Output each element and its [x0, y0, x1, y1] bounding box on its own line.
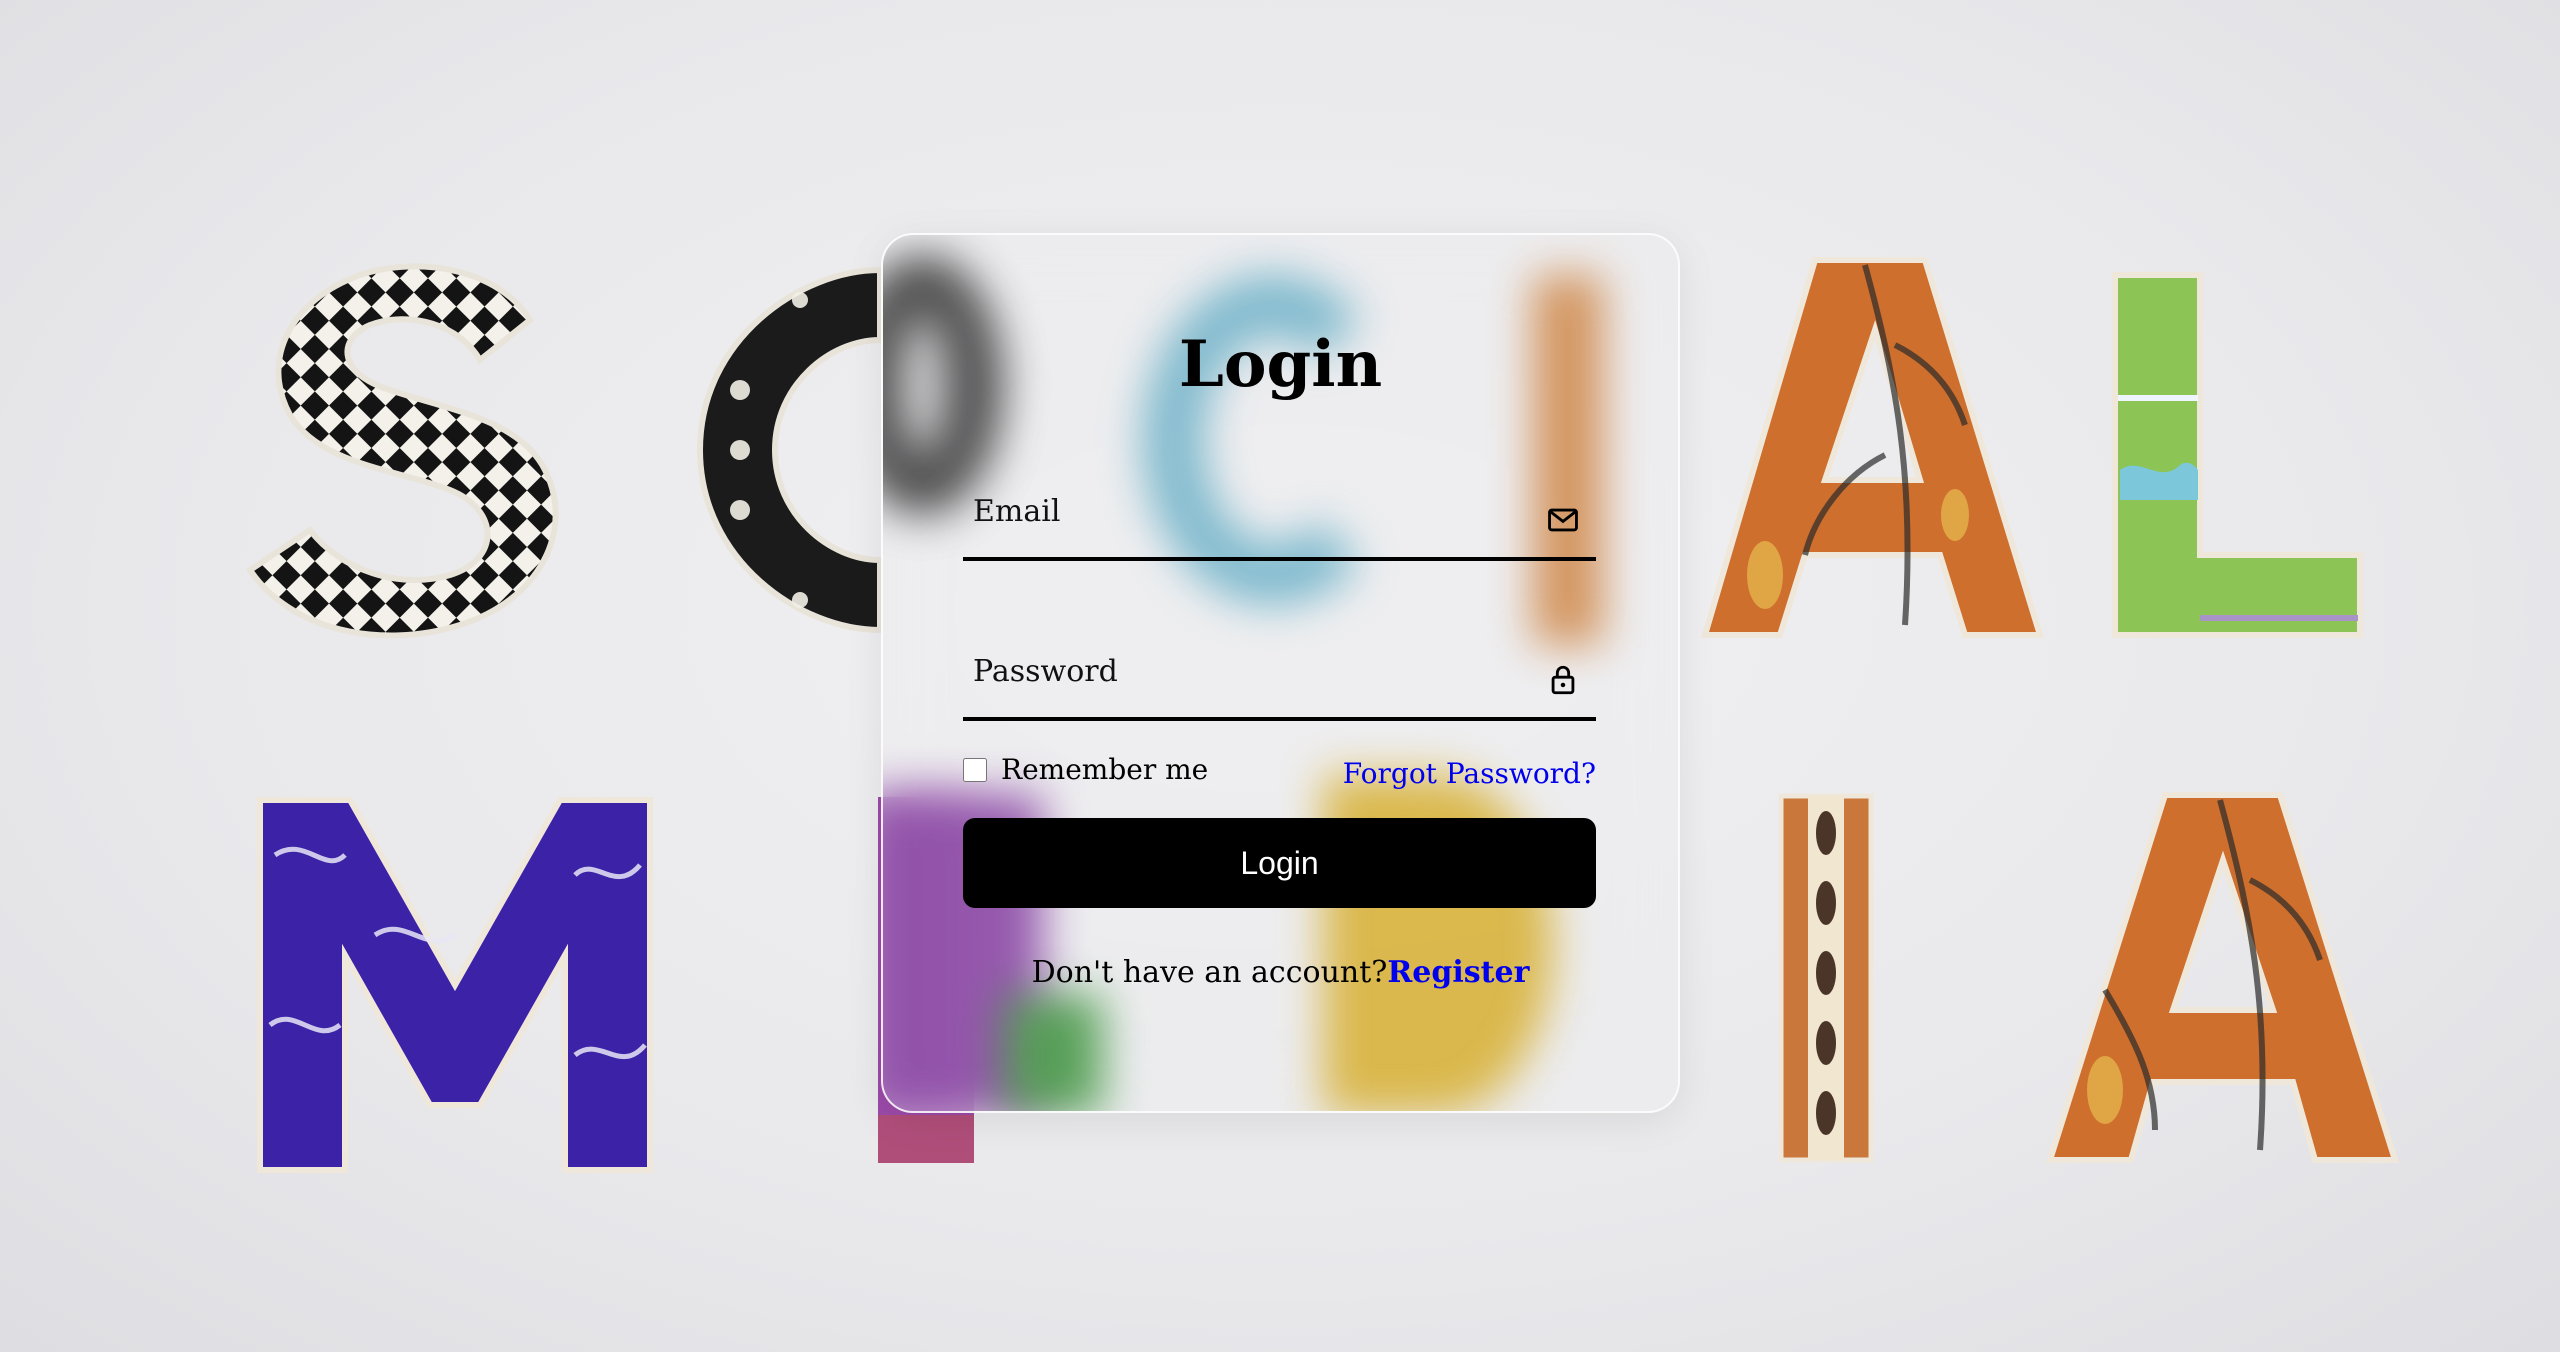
- password-input[interactable]: [963, 625, 1596, 717]
- register-link[interactable]: Register: [1387, 955, 1529, 990]
- lock-icon: [1551, 665, 1575, 695]
- login-button[interactable]: Login: [963, 818, 1596, 908]
- background-letter-m: [255, 795, 655, 1175]
- background-letter-a-bottom: [2045, 790, 2400, 1170]
- register-prompt: Don't have an account?: [1031, 955, 1388, 990]
- mail-icon: [1548, 508, 1578, 532]
- register-line: Don't have an account?Register: [881, 955, 1680, 990]
- email-input[interactable]: [963, 465, 1596, 557]
- remember-checkbox[interactable]: [963, 757, 987, 782]
- background-letter-l: [2110, 270, 2370, 640]
- background-letter-s: [230, 250, 590, 640]
- forgot-password-link[interactable]: Forgot Password?: [1343, 757, 1596, 790]
- remember-me[interactable]: Remember me: [963, 753, 1208, 786]
- email-field-wrapper: [963, 465, 1596, 561]
- background-letter-a-top: [1695, 255, 2045, 645]
- remember-label: Remember me: [1001, 753, 1209, 786]
- login-fields-layer: Remember me Forgot Password? Login Don't…: [881, 233, 1680, 1113]
- password-field-wrapper: [963, 625, 1596, 721]
- remember-row: Remember me Forgot Password?: [963, 753, 1596, 793]
- background-letter-i: [1778, 793, 1874, 1163]
